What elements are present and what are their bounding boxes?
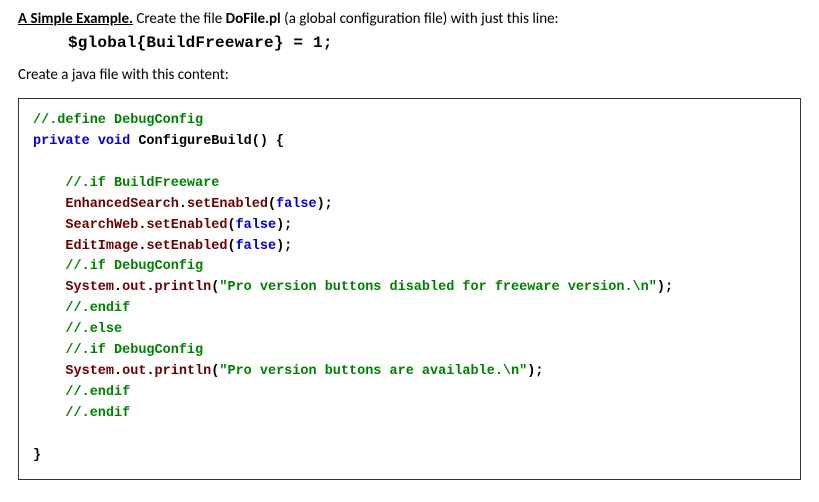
code-token: private <box>33 134 90 149</box>
code-token: . <box>114 364 122 379</box>
code-token: . <box>179 197 187 212</box>
code-token: ); <box>317 197 333 212</box>
code-token: ConfigureBuild() { <box>130 134 284 149</box>
code-token: ); <box>276 239 292 254</box>
subline: Create a java file with this content: <box>18 66 801 84</box>
code-token: setEnabled <box>146 218 227 233</box>
code-token: println <box>155 364 212 379</box>
code-token: ); <box>527 364 543 379</box>
code-token: //.else <box>33 322 122 337</box>
code-token: . <box>146 364 154 379</box>
code-token: //.if DebugConfig <box>33 259 203 274</box>
code-token: ( <box>268 197 276 212</box>
code-token: System <box>33 280 114 295</box>
code-token: } <box>33 448 41 463</box>
code-token: void <box>98 134 130 149</box>
code-token: . <box>114 280 122 295</box>
intro-line: A Simple Example. Create the file DoFile… <box>18 10 801 28</box>
code-token: //.endif <box>33 385 130 400</box>
code-token: EnhancedSearch <box>33 197 179 212</box>
code-token: ( <box>227 239 235 254</box>
code-token: out <box>122 280 146 295</box>
code-token: println <box>155 280 212 295</box>
intro-text-1a: Create the file <box>133 10 226 28</box>
code-token: //.if DebugConfig <box>33 343 203 358</box>
code-token: setEnabled <box>146 239 227 254</box>
code-block: //.define DebugConfig private void Confi… <box>18 98 801 480</box>
code-token: //.define DebugConfig <box>33 113 203 128</box>
example-heading: A Simple Example. <box>18 10 133 28</box>
config-code-line: $global{BuildFreeware} = 1; <box>68 34 801 52</box>
code-token: false <box>236 218 277 233</box>
intro-filename: DoFile.pl <box>226 10 281 28</box>
code-token: //.endif <box>33 406 130 421</box>
intro-text-1b: (a global configuration file) with just … <box>281 10 559 28</box>
code-token: SearchWeb <box>33 218 138 233</box>
code-token: EditImage <box>33 239 138 254</box>
code-token <box>90 134 98 149</box>
code-token: "Pro version buttons disabled for freewa… <box>219 280 656 295</box>
code-token: false <box>236 239 277 254</box>
code-token: setEnabled <box>187 197 268 212</box>
code-token: out <box>122 364 146 379</box>
code-token: //.endif <box>33 301 130 316</box>
code-token: System <box>33 364 114 379</box>
code-token: false <box>276 197 317 212</box>
code-token: "Pro version buttons are available.\n" <box>219 364 527 379</box>
code-token: ); <box>276 218 292 233</box>
code-token: ); <box>657 280 673 295</box>
code-token: //.if BuildFreeware <box>33 176 219 191</box>
code-token: . <box>146 280 154 295</box>
code-token: ( <box>227 218 235 233</box>
